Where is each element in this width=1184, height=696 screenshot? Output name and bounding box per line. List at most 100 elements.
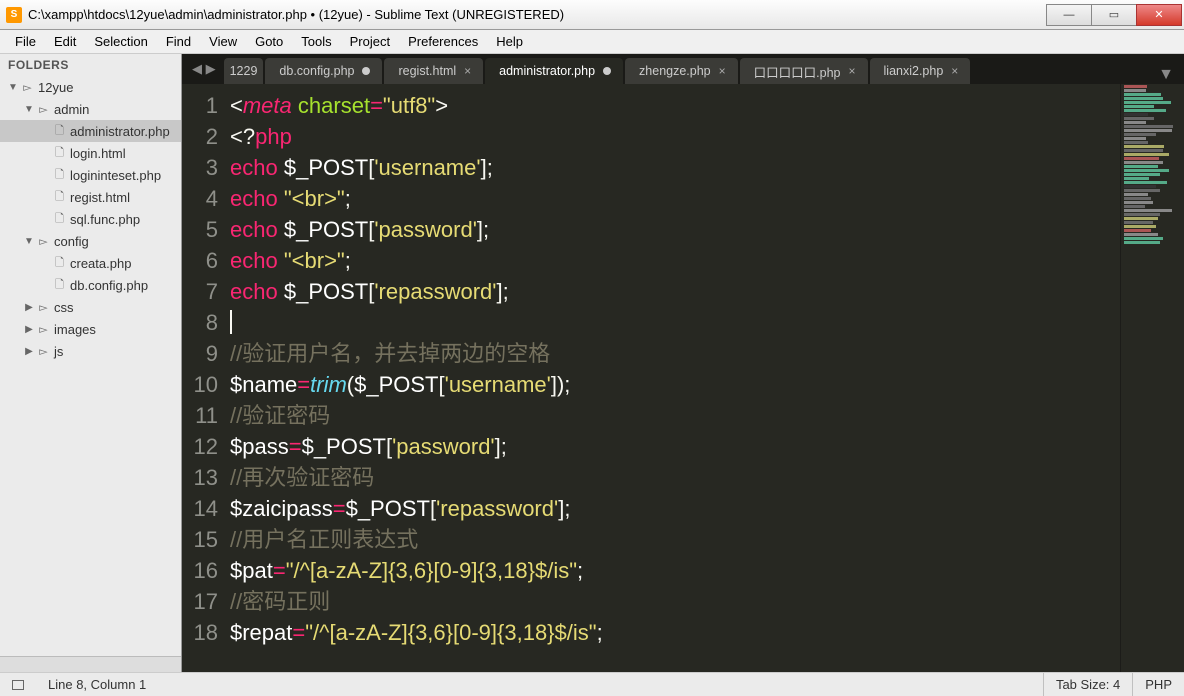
status-tabsize[interactable]: Tab Size: 4 — [1043, 673, 1132, 696]
tab-label: 口口口口口.php — [754, 62, 841, 81]
sidebar-header: FOLDERS — [0, 54, 181, 76]
line-number: 16 — [182, 555, 218, 586]
tree-item[interactable]: 🗋db.config.php — [0, 274, 181, 296]
window-title: C:\xampp\htdocs\12yue\admin\administrato… — [28, 7, 564, 22]
tab-bar: ◀ ▶ 1229 db.config.php regist.html × adminis… — [182, 54, 1184, 84]
tab-close-icon[interactable]: × — [951, 64, 958, 78]
line-number: 14 — [182, 493, 218, 524]
tab-close-icon[interactable]: × — [719, 64, 726, 78]
tree-item[interactable]: ▶▻css — [0, 296, 181, 318]
tree-item[interactable]: 🗋login.html — [0, 142, 181, 164]
tree-label: creata.php — [70, 256, 131, 271]
tab-label: regist.html — [398, 64, 456, 78]
tab-overflow-icon[interactable]: ▼ — [972, 66, 1184, 84]
menu-help[interactable]: Help — [487, 34, 532, 49]
tab-label: administrator.php — [499, 64, 595, 78]
tree-item[interactable]: 🗋logininteset.php — [0, 164, 181, 186]
sidebar: FOLDERS ▼▻12yue▼▻admin🗋administrator.php… — [0, 54, 182, 672]
folder-tree[interactable]: ▼▻12yue▼▻admin🗋administrator.php🗋login.h… — [0, 76, 181, 656]
menu-goto[interactable]: Goto — [246, 34, 292, 49]
tab[interactable]: db.config.php — [265, 58, 382, 84]
line-number: 12 — [182, 431, 218, 462]
tree-item[interactable]: ▼▻admin — [0, 98, 181, 120]
file-icon: 🗋 — [52, 188, 67, 207]
status-panel-icon[interactable] — [0, 680, 36, 690]
sidebar-scrollbar[interactable] — [0, 656, 181, 672]
code-area[interactable]: 123456789101112131415161718 <meta charse… — [182, 84, 1184, 672]
code-line: //密码正则 — [230, 586, 1120, 617]
folder-icon: ▻ — [36, 345, 51, 358]
line-number: 13 — [182, 462, 218, 493]
tree-item[interactable]: 🗋sql.func.php — [0, 208, 181, 230]
tree-label: logininteset.php — [70, 168, 161, 183]
tree-label: config — [54, 234, 89, 249]
code-line: $pass=$_POST['password']; — [230, 431, 1120, 462]
line-number: 1 — [182, 90, 218, 121]
tab-nav-arrows[interactable]: ◀ ▶ — [184, 54, 224, 84]
status-syntax[interactable]: PHP — [1132, 673, 1184, 696]
menu-tools[interactable]: Tools — [292, 34, 340, 49]
code-line: echo "<br>"; — [230, 245, 1120, 276]
tree-arrow-icon: ▶ — [22, 302, 36, 313]
tree-arrow-icon: ▼ — [6, 82, 20, 93]
window-buttons: — ▭ ✕ — [1047, 4, 1182, 26]
code-content[interactable]: <meta charset="utf8"><?phpecho $_POST['u… — [230, 84, 1120, 672]
line-number: 10 — [182, 369, 218, 400]
dirty-indicator-icon — [603, 67, 611, 75]
tree-arrow-icon: ▶ — [22, 346, 36, 357]
tab[interactable]: regist.html × — [384, 58, 483, 84]
minimize-button[interactable]: — — [1046, 4, 1092, 26]
code-line: $pat="/^[a-zA-Z]{3,6}[0-9]{3,18}$/is"; — [230, 555, 1120, 586]
minimap[interactable] — [1120, 84, 1184, 672]
code-line: //再次验证密码 — [230, 462, 1120, 493]
tree-item[interactable]: 🗋creata.php — [0, 252, 181, 274]
tab-label: lianxi2.php — [884, 64, 944, 78]
line-number: 15 — [182, 524, 218, 555]
tab[interactable]: lianxi2.php × — [870, 58, 971, 84]
tree-label: css — [54, 300, 74, 315]
status-cursor[interactable]: Line 8, Column 1 — [36, 677, 158, 692]
tree-label: administrator.php — [70, 124, 170, 139]
code-line: //验证密码 — [230, 400, 1120, 431]
file-icon: 🗋 — [52, 276, 67, 295]
tree-arrow-icon: ▼ — [22, 104, 36, 115]
code-line: echo "<br>"; — [230, 183, 1120, 214]
code-line: <meta charset="utf8"> — [230, 90, 1120, 121]
menu-find[interactable]: Find — [157, 34, 200, 49]
tree-label: admin — [54, 102, 89, 117]
menu-selection[interactable]: Selection — [85, 34, 156, 49]
code-line: $name=trim($_POST['username']); — [230, 369, 1120, 400]
tab-close-icon[interactable]: × — [464, 64, 471, 78]
tab-label: 1229 — [230, 64, 258, 78]
menu-edit[interactable]: Edit — [45, 34, 85, 49]
folder-icon: ▻ — [36, 235, 51, 248]
code-line: //验证用户名，并去掉两边的空格 — [230, 338, 1120, 369]
tree-item[interactable]: ▶▻js — [0, 340, 181, 362]
close-button[interactable]: ✕ — [1136, 4, 1182, 26]
tree-item[interactable]: ▼▻12yue — [0, 76, 181, 98]
menu-view[interactable]: View — [200, 34, 246, 49]
tab-close-icon[interactable]: × — [849, 64, 856, 78]
file-icon: 🗋 — [52, 122, 67, 141]
tree-item[interactable]: 🗋regist.html — [0, 186, 181, 208]
menu-bar: File Edit Selection Find View Goto Tools… — [0, 30, 1184, 54]
tree-item[interactable]: 🗋administrator.php — [0, 120, 181, 142]
tab[interactable]: administrator.php — [485, 58, 623, 84]
menu-file[interactable]: File — [6, 34, 45, 49]
tree-item[interactable]: ▶▻images — [0, 318, 181, 340]
code-line: echo $_POST['username']; — [230, 152, 1120, 183]
tree-label: regist.html — [70, 190, 130, 205]
tree-label: images — [54, 322, 96, 337]
tab[interactable]: 口口口口口.php × — [740, 58, 868, 84]
file-icon: 🗋 — [52, 144, 67, 163]
menu-project[interactable]: Project — [341, 34, 399, 49]
code-line: $repat="/^[a-zA-Z]{3,6}[0-9]{3,18}$/is"; — [230, 617, 1120, 648]
tab[interactable]: 1229 — [224, 58, 264, 84]
menu-preferences[interactable]: Preferences — [399, 34, 487, 49]
maximize-button[interactable]: ▭ — [1091, 4, 1137, 26]
tab[interactable]: zhengze.php× — [625, 58, 738, 84]
tree-label: db.config.php — [70, 278, 148, 293]
line-number: 4 — [182, 183, 218, 214]
tree-item[interactable]: ▼▻config — [0, 230, 181, 252]
editor-area: ◀ ▶ 1229 db.config.php regist.html × adminis… — [182, 54, 1184, 672]
